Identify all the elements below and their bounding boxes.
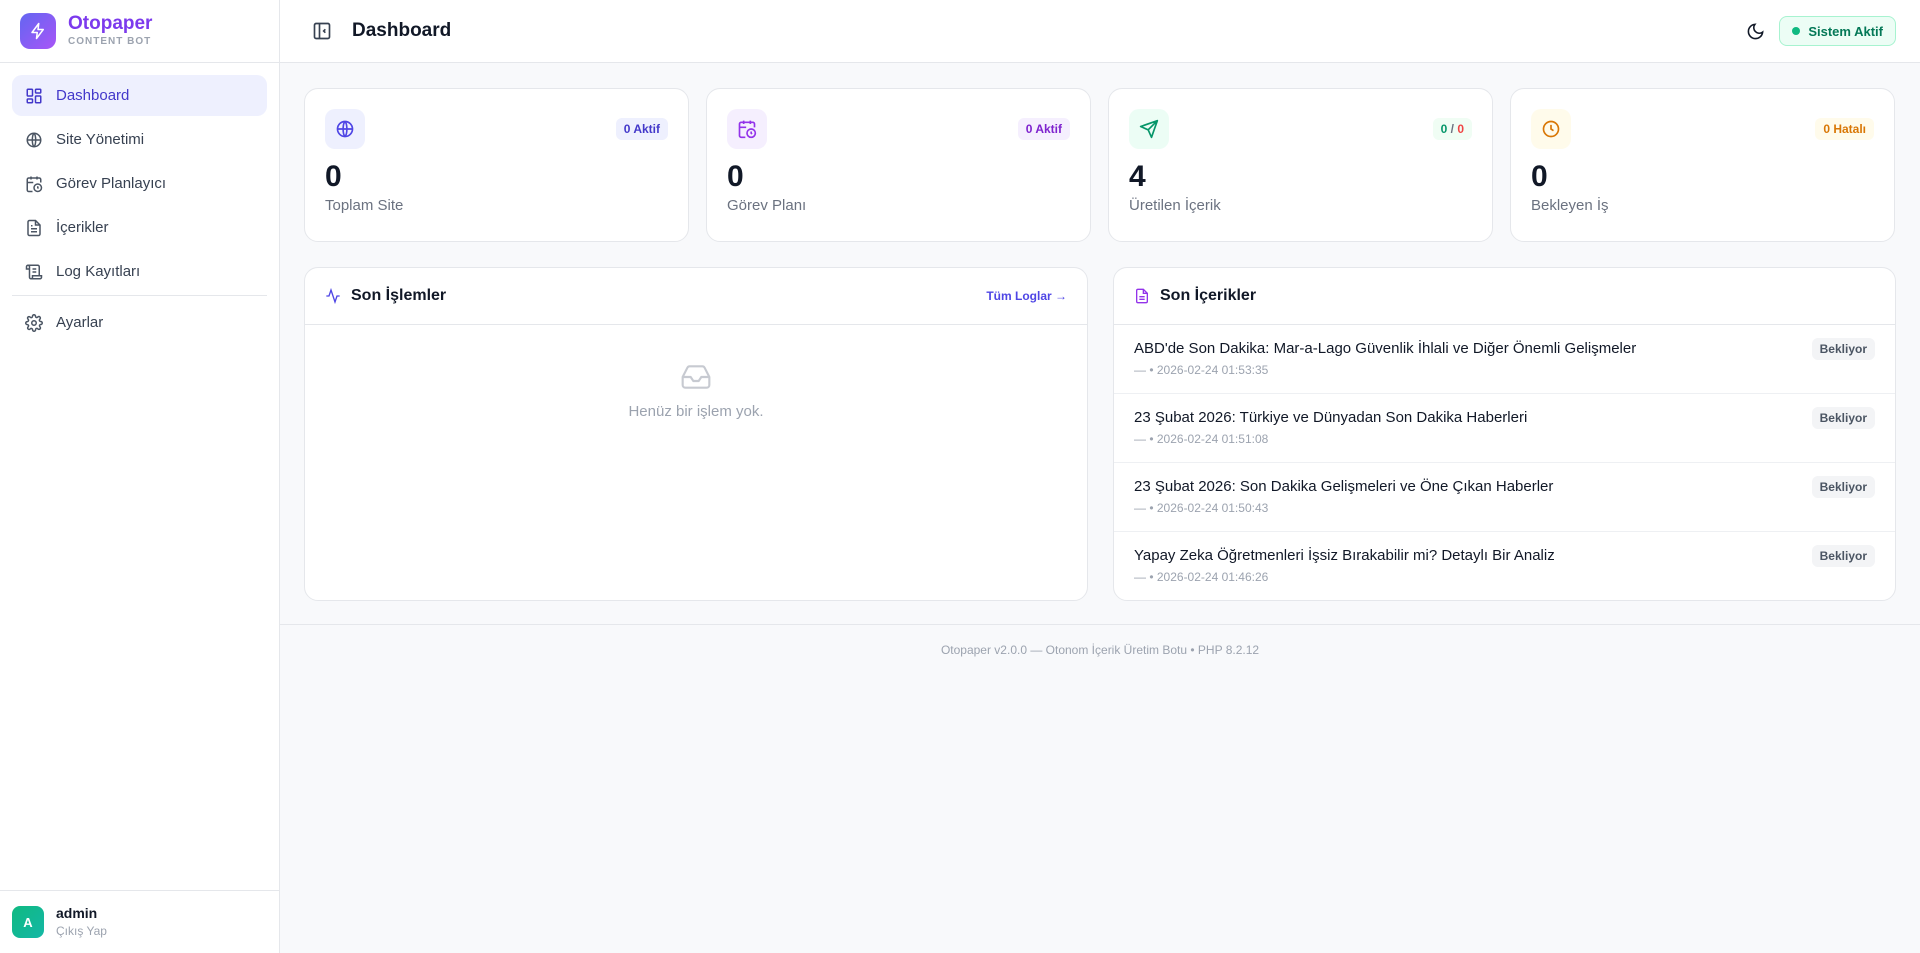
content-list: ABD'de Son Dakika: Mar-a-Lago Güvenlik İ… [1114, 325, 1895, 600]
document-icon [24, 218, 44, 238]
stat-badge: 0 Aktif [615, 118, 668, 140]
sidebar-item-logs[interactable]: Log Kayıtları [12, 251, 267, 292]
stat-label: Üretilen İçerik [1129, 197, 1221, 214]
status-badge: Bekliyor [1811, 338, 1875, 360]
list-item[interactable]: ABD'de Son Dakika: Mar-a-Lago Güvenlik İ… [1114, 325, 1895, 394]
stat-label: Görev Planı [727, 197, 807, 214]
sidebar-item-label: Görev Planlayıcı [56, 175, 167, 192]
status-badge: Sistem Aktif [1779, 16, 1896, 46]
sidebar-toggle-icon[interactable] [312, 21, 332, 41]
logout-link[interactable]: Çıkış Yap [56, 922, 107, 940]
panel-title: Son İşlemler [351, 287, 447, 304]
list-item[interactable]: Yapay Zeka Öğretmenleri İşsiz Bırakabili… [1114, 532, 1895, 600]
content-title: Yapay Zeka Öğretmenleri İşsiz Bırakabili… [1134, 547, 1555, 564]
brand-subtitle: CONTENT BOT [68, 36, 152, 47]
brand[interactable]: Otopaper CONTENT BOT [0, 0, 279, 63]
stat-value: 4 [1129, 160, 1146, 193]
user-name: admin [56, 905, 98, 921]
stat-value: 0 [1531, 160, 1548, 193]
stat-card-contents[interactable]: 0 / 0 4 Üretilen İçerik [1108, 88, 1493, 242]
all-logs-link[interactable]: Tüm Loglar → [986, 289, 1067, 303]
sidebar-item-dashboard[interactable]: Dashboard [12, 75, 267, 116]
panel-title: Son İçerikler [1160, 287, 1257, 304]
main-content: 0 Aktif 0 Toplam Site 0 Aktif 0 Görev Pl… [304, 88, 1896, 601]
sidebar-item-label: Dashboard [56, 87, 130, 104]
status-text: Sistem Aktif [1808, 23, 1883, 39]
calendar-clock-icon [727, 109, 767, 149]
content-title: ABD'de Son Dakika: Mar-a-Lago Güvenlik İ… [1134, 340, 1637, 357]
content-meta: — • 2026-02-24 01:51:08 [1134, 432, 1269, 446]
empty-text: Henüz bir işlem yok. [628, 403, 764, 420]
sidebar-nav: Dashboard Site Yönetimi Görev Planlayıcı… [0, 63, 279, 343]
page-title: Dashboard [352, 20, 452, 41]
content-meta: — • 2026-02-24 01:46:26 [1134, 570, 1269, 584]
status-badge: Bekliyor [1811, 476, 1875, 498]
gear-icon [24, 313, 44, 333]
content-meta: — • 2026-02-24 01:53:35 [1134, 363, 1269, 377]
stat-value: 0 [325, 160, 342, 193]
sidebar-item-sites[interactable]: Site Yönetimi [12, 119, 267, 160]
status-dot [1792, 27, 1801, 35]
stat-card-tasks[interactable]: 0 Aktif 0 Görev Planı [706, 88, 1091, 242]
stat-label: Toplam Site [325, 197, 404, 214]
sidebar-item-label: Ayarlar [56, 314, 104, 331]
footer-text: Otopaper v2.0.0 — Otonom İçerik Üretim B… [940, 642, 1260, 657]
sidebar-item-label: Log Kayıtları [56, 263, 141, 280]
recent-operations-panel: Son İşlemler Tüm Loglar → Henüz bir işle… [304, 267, 1088, 601]
sidebar-item-label: İçerikler [56, 219, 109, 236]
globe-icon [325, 109, 365, 149]
sidebar-item-contents[interactable]: İçerikler [12, 207, 267, 248]
stat-badge: 0 Aktif [1017, 118, 1070, 140]
status-badge: Bekliyor [1811, 407, 1875, 429]
error-count: 0 [1457, 122, 1464, 136]
send-icon [1129, 109, 1169, 149]
clock-icon [1531, 109, 1571, 149]
sidebar-divider [12, 295, 267, 296]
scroll-icon [24, 262, 44, 282]
stat-label: Bekleyen İş [1531, 197, 1609, 214]
stat-card-sites[interactable]: 0 Aktif 0 Toplam Site [304, 88, 689, 242]
footer: Otopaper v2.0.0 — Otonom İçerik Üretim B… [280, 624, 1920, 674]
sidebar-item-settings[interactable]: Ayarlar [12, 302, 267, 343]
content-meta: — • 2026-02-24 01:50:43 [1134, 501, 1269, 515]
moon-icon[interactable] [1746, 22, 1765, 41]
recent-contents-panel: Son İçerikler ABD'de Son Dakika: Mar-a-L… [1113, 267, 1896, 601]
panels: Son İşlemler Tüm Loglar → Henüz bir işle… [304, 267, 1896, 601]
stat-value: 0 [727, 160, 744, 193]
avatar: A [12, 906, 44, 938]
dashboard-icon [24, 86, 44, 106]
sidebar: Otopaper CONTENT BOT Dashboard Site Yöne… [0, 0, 280, 953]
stat-badge: 0 Hatalı [1815, 118, 1874, 140]
lightning-icon [20, 13, 56, 49]
sidebar-item-scheduler[interactable]: Görev Planlayıcı [12, 163, 267, 204]
inbox-icon [680, 361, 712, 393]
content-title: 23 Şubat 2026: Son Dakika Gelişmeleri ve… [1134, 478, 1554, 495]
list-item[interactable]: 23 Şubat 2026: Son Dakika Gelişmeleri ve… [1114, 463, 1895, 532]
stat-card-pending[interactable]: 0 Hatalı 0 Bekleyen İş [1510, 88, 1895, 242]
document-icon [1134, 288, 1150, 304]
stat-cards: 0 Aktif 0 Toplam Site 0 Aktif 0 Görev Pl… [304, 88, 1896, 242]
stat-badge: 0 / 0 [1432, 118, 1472, 140]
top-header: Dashboard Sistem Aktif [280, 0, 1920, 63]
globe-icon [24, 130, 44, 150]
calendar-clock-icon [24, 174, 44, 194]
empty-state: Henüz bir işlem yok. [305, 325, 1087, 420]
list-item[interactable]: 23 Şubat 2026: Türkiye ve Dünyadan Son D… [1114, 394, 1895, 463]
user-box: A admin Çıkış Yap [0, 890, 279, 953]
sidebar-item-label: Site Yönetimi [56, 131, 145, 148]
brand-name: Otopaper [68, 13, 153, 34]
status-badge: Bekliyor [1811, 545, 1875, 567]
badge-separator: / [1447, 122, 1458, 136]
activity-icon [325, 288, 341, 304]
content-title: 23 Şubat 2026: Türkiye ve Dünyadan Son D… [1134, 409, 1528, 426]
